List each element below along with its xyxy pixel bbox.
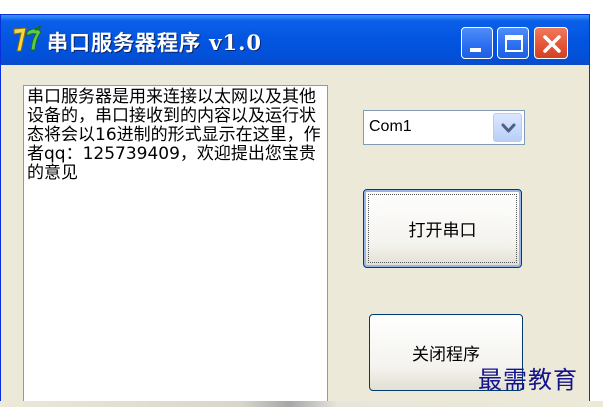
chevron-down-icon bbox=[501, 123, 516, 133]
minimize-icon bbox=[470, 48, 481, 52]
app-logo-icon bbox=[13, 25, 42, 52]
window-title: 串口服务器程序 v1.0 bbox=[47, 30, 263, 55]
app-window: 串口服务器程序 v1.0 串口服务器是用来连接以太网以及其他设备的，串口接收到的… bbox=[0, 14, 590, 407]
open-port-button[interactable]: 打开串口 bbox=[363, 189, 522, 268]
port-select-dropdown-button[interactable] bbox=[493, 113, 522, 142]
port-select-value: Com1 bbox=[369, 118, 412, 135]
minimize-button[interactable] bbox=[461, 27, 493, 59]
close-button[interactable] bbox=[534, 27, 568, 59]
background-strip bbox=[0, 401, 603, 407]
close-program-label: 关闭程序 bbox=[412, 345, 480, 365]
log-output-textarea[interactable]: 串口服务器是用来连接以太网以及其他设备的，串口接收到的内容以及运行状态将会以16… bbox=[23, 85, 328, 407]
close-icon bbox=[543, 35, 561, 53]
maximize-icon bbox=[505, 35, 523, 52]
maximize-button[interactable] bbox=[497, 27, 529, 59]
focus-rectangle bbox=[368, 194, 517, 263]
title-bar[interactable]: 串口服务器程序 v1.0 bbox=[1, 15, 589, 65]
port-select[interactable]: Com1 bbox=[363, 110, 525, 145]
watermark-text: 最需教育 bbox=[478, 366, 578, 394]
